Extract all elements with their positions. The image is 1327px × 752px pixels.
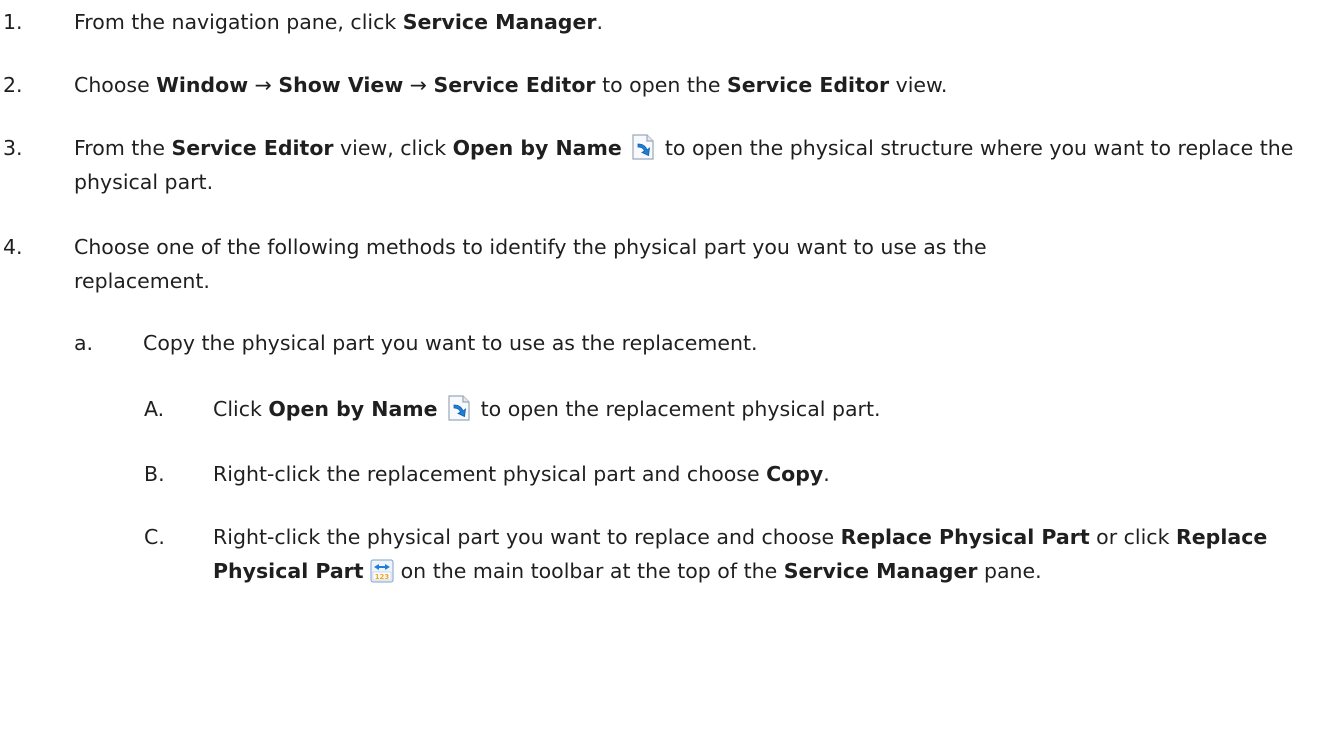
- svg-text:123: 123: [375, 573, 390, 581]
- subsubstep-C: C. Right-click the physical part you wan…: [0, 520, 1327, 622]
- subsubstep-letter: A.: [144, 397, 165, 421]
- subsubstep-A: A. Click Open by Name to open the replac…: [0, 392, 1327, 426]
- substep-a: a. Copy the physical part you want to us…: [0, 326, 1327, 360]
- step-text: Choose one of the following methods to i…: [74, 235, 987, 293]
- subsubstep-letter: B.: [144, 462, 165, 486]
- step-text: Choose Window → Show View → Service Edit…: [74, 73, 948, 97]
- step-4: 4. Choose one of the following methods t…: [0, 230, 1327, 298]
- subsubstep-letter: C.: [144, 525, 165, 549]
- step-text: From the navigation pane, click Service …: [74, 10, 603, 34]
- replace-physical-part-icon[interactable]: 123: [370, 559, 394, 583]
- step-number: 1.: [3, 10, 23, 34]
- step-2: 2. Choose Window → Show View → Service E…: [0, 68, 1327, 102]
- step-1: 1. From the navigation pane, click Servi…: [0, 5, 1327, 39]
- open-by-name-icon[interactable]: [444, 393, 474, 423]
- subsubstep-text: Right-click the replacement physical par…: [213, 462, 830, 486]
- subsubstep-B: B. Right-click the replacement physical …: [0, 457, 1327, 491]
- subsubstep-text: Click Open by Name to open the replaceme…: [213, 392, 881, 426]
- step-3: 3. From the Service Editor view, click O…: [0, 131, 1327, 199]
- step-number: 4.: [3, 235, 23, 259]
- open-by-name-icon[interactable]: [628, 132, 658, 162]
- step-number: 3.: [3, 136, 23, 160]
- step-text: From the Service Editor view, click Open…: [74, 131, 1324, 199]
- substep-text: Copy the physical part you want to use a…: [143, 331, 758, 355]
- substep-letter: a.: [74, 331, 94, 355]
- subsubstep-text: Right-click the physical part you want t…: [213, 525, 1268, 583]
- step-number: 2.: [3, 73, 23, 97]
